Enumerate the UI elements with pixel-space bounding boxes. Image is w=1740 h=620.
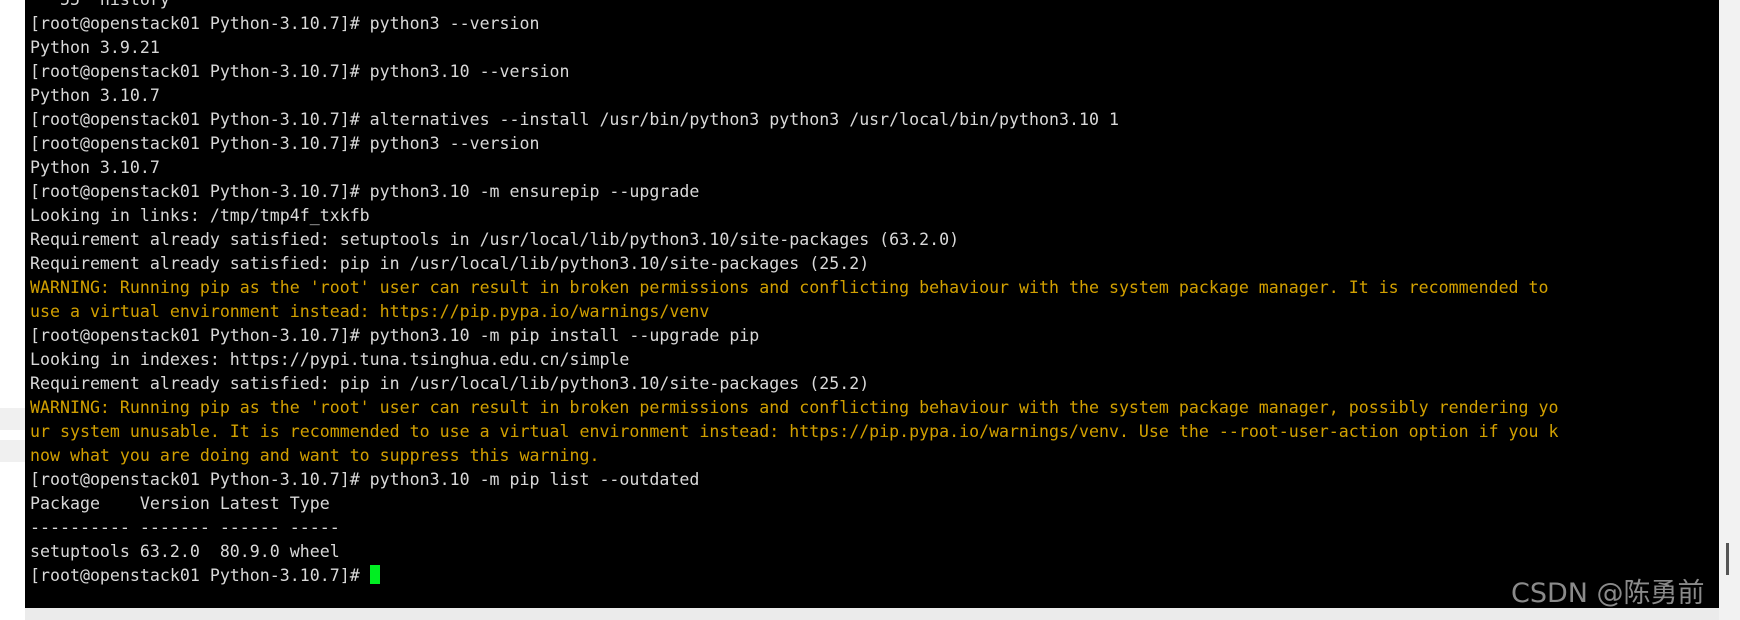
- left-window-margin: [0, 0, 25, 620]
- text-cursor-icon: [369, 565, 380, 584]
- terminal-command-line: [root@openstack01 Python-3.10.7]# python…: [30, 14, 540, 33]
- terminal-command-line: [root@openstack01 Python-3.10.7]# altern…: [30, 110, 1119, 129]
- terminal-output-line: Requirement already satisfied: setuptool…: [30, 230, 960, 249]
- terminal-output-line: Looking in indexes: https://pypi.tuna.ts…: [30, 350, 630, 369]
- terminal-output-line: Requirement already satisfied: pip in /u…: [30, 254, 870, 273]
- terminal-output: 55 history [root@openstack01 Python-3.10.…: [30, 0, 1559, 588]
- terminal-current-prompt[interactable]: [root@openstack01 Python-3.10.7]#: [30, 564, 1559, 588]
- prompt-text: [root@openstack01 Python-3.10.7]#: [30, 566, 370, 585]
- terminal-command-line: [root@openstack01 Python-3.10.7]# python…: [30, 134, 540, 153]
- terminal-output-line: ---------- ------- ------ -----: [30, 518, 340, 537]
- terminal-command-line: [root@openstack01 Python-3.10.7]# python…: [30, 62, 570, 81]
- scrollbar-thumb[interactable]: [1726, 543, 1729, 575]
- left-margin-band: [0, 440, 25, 462]
- bottom-window-edge: [25, 608, 1719, 620]
- terminal-command-line: [root@openstack01 Python-3.10.7]# python…: [30, 326, 760, 345]
- terminal-output-line: Python 3.10.7: [30, 158, 160, 177]
- terminal-command-line: [root@openstack01 Python-3.10.7]# python…: [30, 182, 700, 201]
- terminal-output-line: 55 history: [30, 0, 1559, 12]
- terminal-warning-line: WARNING: Running pip as the 'root' user …: [30, 278, 1549, 297]
- terminal-scrollbar[interactable]: [1719, 0, 1740, 620]
- left-margin-band: [0, 408, 25, 430]
- terminal-warning-line: now what you are doing and want to suppr…: [30, 446, 600, 465]
- terminal-output-line: Python 3.9.21: [30, 38, 160, 57]
- terminal-command-line: [root@openstack01 Python-3.10.7]# python…: [30, 470, 700, 489]
- terminal-warning-line: use a virtual environment instead: https…: [30, 302, 710, 321]
- terminal-output-line: Requirement already satisfied: pip in /u…: [30, 374, 870, 393]
- terminal-window[interactable]: 55 history [root@openstack01 Python-3.10.…: [25, 0, 1719, 608]
- terminal-output-line: Looking in links: /tmp/tmp4f_txkfb: [30, 206, 370, 225]
- terminal-output-line: Python 3.10.7: [30, 86, 160, 105]
- terminal-output-line: setuptools 63.2.0 80.9.0 wheel: [30, 542, 340, 561]
- terminal-warning-line: ur system unusable. It is recommended to…: [30, 422, 1559, 441]
- watermark: CSDN @陈勇前: [1511, 578, 1705, 609]
- terminal-output-line: Package Version Latest Type: [30, 494, 330, 513]
- screenshot-stage: 55 history [root@openstack01 Python-3.10.…: [0, 0, 1740, 620]
- terminal-warning-line: WARNING: Running pip as the 'root' user …: [30, 398, 1559, 417]
